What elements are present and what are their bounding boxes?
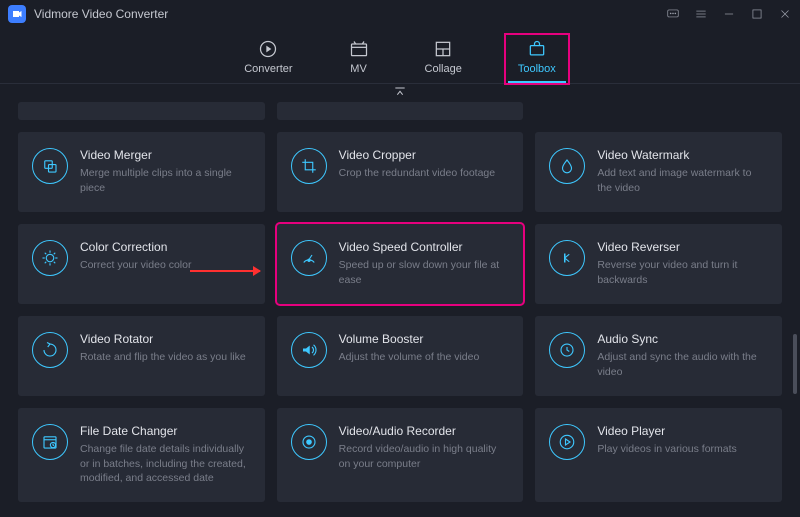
card-title: Video Merger [80, 148, 251, 162]
app-title: Vidmore Video Converter [34, 7, 666, 21]
menu-icon[interactable] [694, 7, 708, 21]
nav-label: Converter [244, 63, 292, 75]
card-text: Video Merger Merge multiple clips into a… [80, 148, 251, 196]
card-desc: Adjust and sync the audio with the video [597, 350, 768, 379]
tool-card-date[interactable]: File Date Changer Change file date detai… [18, 408, 265, 502]
watermark-icon [549, 148, 585, 184]
nav-toolbox[interactable]: Toolbox [518, 39, 556, 83]
tool-card-volume[interactable]: Volume Booster Adjust the volume of the … [277, 316, 524, 396]
card-title: Video Speed Controller [339, 240, 510, 254]
nav-converter[interactable]: Converter [244, 39, 292, 83]
card-title: Audio Sync [597, 332, 768, 346]
card-text: Video Watermark Add text and image water… [597, 148, 768, 196]
rotate-icon [32, 332, 68, 368]
card-desc: Play videos in various formats [597, 442, 768, 457]
tools-grid: Video Merger Merge multiple clips into a… [18, 132, 782, 502]
card-desc: Adjust the volume of the video [339, 350, 510, 365]
tool-card-rotate[interactable]: Video Rotator Rotate and flip the video … [18, 316, 265, 396]
date-icon [32, 424, 68, 460]
card-title: Volume Booster [339, 332, 510, 346]
color-icon [32, 240, 68, 276]
tool-card-merger[interactable]: Video Merger Merge multiple clips into a… [18, 132, 265, 212]
card-text: Video Speed Controller Speed up or slow … [339, 240, 510, 288]
scrollbar[interactable] [793, 334, 797, 394]
tool-card-player[interactable]: Video Player Play videos in various form… [535, 408, 782, 502]
window-controls [666, 7, 792, 21]
tool-card-watermark[interactable]: Video Watermark Add text and image water… [535, 132, 782, 212]
app-logo-icon [8, 5, 26, 23]
annotation-arrow [190, 270, 260, 272]
card-title: Video Cropper [339, 148, 510, 162]
card-desc: Crop the redundant video footage [339, 166, 510, 181]
tool-card-cropper[interactable]: Video Cropper Crop the redundant video f… [277, 132, 524, 212]
nav-label: Toolbox [518, 63, 556, 75]
card-text: Color Correction Correct your video colo… [80, 240, 251, 288]
card-title: Video/Audio Recorder [339, 424, 510, 438]
minimize-button[interactable] [722, 7, 736, 21]
merger-icon [32, 148, 68, 184]
collapse-up-icon[interactable] [392, 84, 408, 105]
card-title: Video Player [597, 424, 768, 438]
tool-card-recorder[interactable]: Video/Audio Recorder Record video/audio … [277, 408, 524, 502]
player-icon [549, 424, 585, 460]
maximize-button[interactable] [750, 7, 764, 21]
card-desc: Record video/audio in high quality on yo… [339, 442, 510, 471]
recorder-icon [291, 424, 327, 460]
card-text: Video Player Play videos in various form… [597, 424, 768, 486]
card-text: Video Cropper Crop the redundant video f… [339, 148, 510, 196]
card-title: Video Rotator [80, 332, 251, 346]
nav-label: Collage [425, 63, 462, 75]
card-desc: Reverse your video and turn it backwards [597, 258, 768, 287]
tool-card-reverse[interactable]: Video Reverser Reverse your video and tu… [535, 224, 782, 304]
card-text: Video/Audio Recorder Record video/audio … [339, 424, 510, 486]
card-text: Volume Booster Adjust the volume of the … [339, 332, 510, 380]
card-text: Video Rotator Rotate and flip the video … [80, 332, 251, 380]
speed-icon [291, 240, 327, 276]
card-title: File Date Changer [80, 424, 251, 438]
tool-card-color[interactable]: Color Correction Correct your video colo… [18, 224, 265, 304]
card-desc: Speed up or slow down your file at ease [339, 258, 510, 287]
reverse-icon [549, 240, 585, 276]
feedback-icon[interactable] [666, 7, 680, 21]
card-text: File Date Changer Change file date detai… [80, 424, 251, 486]
close-button[interactable] [778, 7, 792, 21]
card-title: Video Reverser [597, 240, 768, 254]
titlebar: Vidmore Video Converter [0, 0, 800, 28]
content-area: Video Merger Merge multiple clips into a… [0, 84, 800, 517]
card-title: Video Watermark [597, 148, 768, 162]
nav-collage[interactable]: Collage [425, 39, 462, 83]
tool-card-speed[interactable]: Video Speed Controller Speed up or slow … [277, 224, 524, 304]
card-desc: Add text and image watermark to the vide… [597, 166, 768, 195]
volume-icon [291, 332, 327, 368]
card-text: Audio Sync Adjust and sync the audio wit… [597, 332, 768, 380]
cropper-icon [291, 148, 327, 184]
card-desc: Change file date details individually or… [80, 442, 251, 486]
card-text: Video Reverser Reverse your video and tu… [597, 240, 768, 288]
nav-mv[interactable]: MV [349, 39, 369, 83]
card-desc: Rotate and flip the video as you like [80, 350, 251, 365]
main-nav: Converter MV Collage Toolbox [0, 28, 800, 84]
card-title: Color Correction [80, 240, 251, 254]
tool-card-sync[interactable]: Audio Sync Adjust and sync the audio wit… [535, 316, 782, 396]
nav-label: MV [350, 63, 367, 75]
partial-card [18, 102, 265, 120]
sync-icon [549, 332, 585, 368]
card-desc: Merge multiple clips into a single piece [80, 166, 251, 195]
